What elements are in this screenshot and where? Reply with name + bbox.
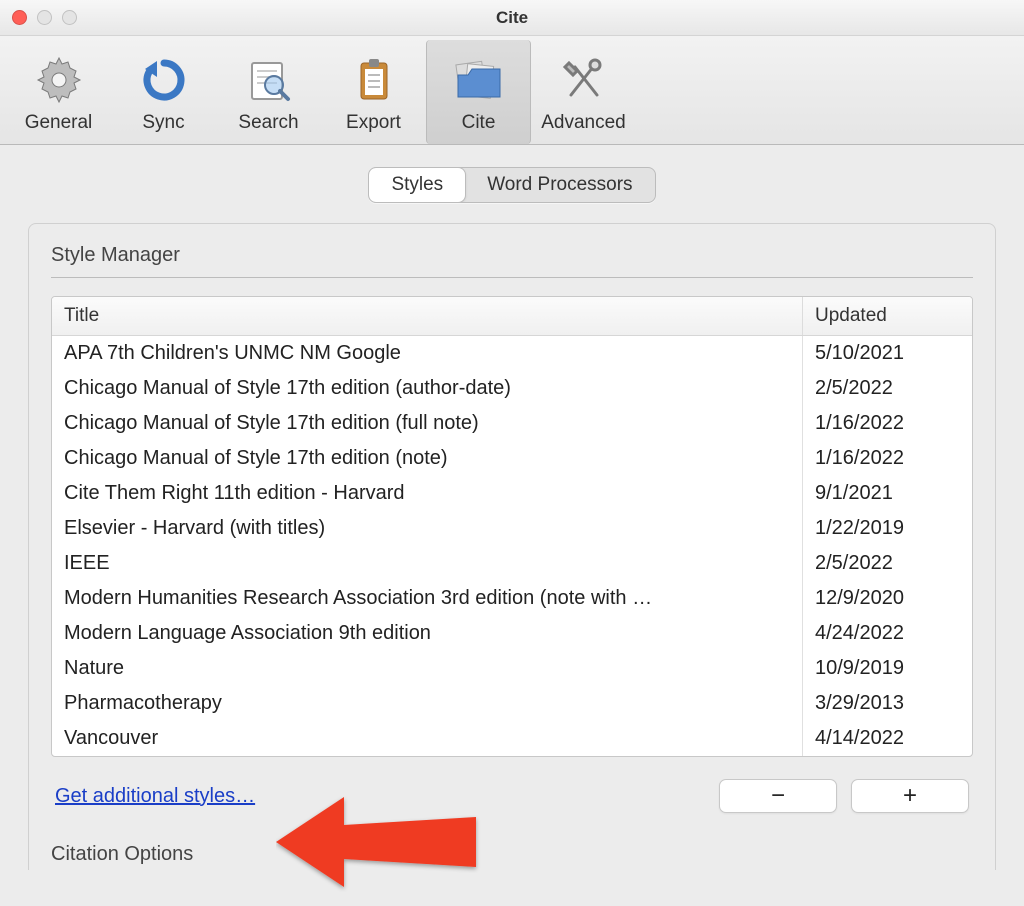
toolbar-advanced[interactable]: Advanced [531,40,636,144]
tools-icon [559,52,609,108]
toolbar-cite[interactable]: Cite [426,40,531,144]
cell-updated: 1/16/2022 [802,441,972,476]
export-icon [349,52,399,108]
table-header: Title Updated [52,297,972,336]
table-row[interactable]: IEEE2/5/2022 [52,546,972,581]
toolbar-general[interactable]: General [6,40,111,144]
table-row[interactable]: Nature10/9/2019 [52,651,972,686]
table-row[interactable]: Vancouver4/14/2022 [52,721,972,756]
toolbar-label: Search [238,112,298,134]
table-row[interactable]: Pharmacotherapy3/29/2013 [52,686,972,721]
toolbar-export[interactable]: Export [321,40,426,144]
section-heading: Style Manager [51,244,973,278]
cell-title: Chicago Manual of Style 17th edition (no… [52,441,802,476]
cell-title: APA 7th Children's UNMC NM Google [52,336,802,371]
maximize-icon[interactable] [62,10,77,25]
cell-updated: 4/24/2022 [802,616,972,651]
table-row[interactable]: Modern Humanities Research Association 3… [52,581,972,616]
table-row[interactable]: APA 7th Children's UNMC NM Google5/10/20… [52,336,972,371]
cell-title: Chicago Manual of Style 17th edition (au… [52,371,802,406]
get-additional-styles-link[interactable]: Get additional styles… [55,785,255,808]
cell-title: Modern Humanities Research Association 3… [52,581,802,616]
cell-title: Cite Them Right 11th edition - Harvard [52,476,802,511]
cell-updated: 1/22/2019 [802,511,972,546]
table-body: APA 7th Children's UNMC NM Google5/10/20… [52,336,972,756]
subtab-bar: Styles Word Processors [0,145,1024,203]
toolbar-label: Cite [462,112,496,134]
table-row[interactable]: Chicago Manual of Style 17th edition (au… [52,371,972,406]
toolbar-label: General [25,112,93,134]
col-updated[interactable]: Updated [802,297,972,335]
cell-updated: 2/5/2022 [802,371,972,406]
table-row[interactable]: Chicago Manual of Style 17th edition (fu… [52,406,972,441]
table-footer: Get additional styles… − + [51,757,973,813]
tab-word-processors[interactable]: Word Processors [465,168,654,202]
toolbar-label: Export [346,112,401,134]
cell-title: Vancouver [52,721,802,756]
table-row[interactable]: Elsevier - Harvard (with titles)1/22/201… [52,511,972,546]
style-table: Title Updated APA 7th Children's UNMC NM… [51,296,973,757]
cell-updated: 10/9/2019 [802,651,972,686]
titlebar: Cite [0,0,1024,36]
folder-icon [452,52,506,108]
table-row[interactable]: Modern Language Association 9th edition4… [52,616,972,651]
toolbar-label: Advanced [541,112,626,134]
cell-updated: 2/5/2022 [802,546,972,581]
cell-title: Modern Language Association 9th edition [52,616,802,651]
cell-updated: 9/1/2021 [802,476,972,511]
cell-updated: 4/14/2022 [802,721,972,756]
add-style-button[interactable]: + [851,779,969,813]
styles-panel: Style Manager Title Updated APA 7th Chil… [28,223,996,870]
cell-title: Pharmacotherapy [52,686,802,721]
cell-title: IEEE [52,546,802,581]
cell-title: Elsevier - Harvard (with titles) [52,511,802,546]
table-row[interactable]: Cite Them Right 11th edition - Harvard9/… [52,476,972,511]
minimize-icon[interactable] [37,10,52,25]
toolbar-label: Sync [142,112,184,134]
col-title[interactable]: Title [52,297,802,335]
remove-style-button[interactable]: − [719,779,837,813]
close-icon[interactable] [12,10,27,25]
cell-updated: 12/9/2020 [802,581,972,616]
toolbar-sync[interactable]: Sync [111,40,216,144]
citation-options-heading: Citation Options [51,843,973,870]
gear-icon [34,52,84,108]
preferences-toolbar: General Sync Search [0,36,1024,145]
cell-updated: 1/16/2022 [802,406,972,441]
cell-updated: 5/10/2021 [802,336,972,371]
table-row[interactable]: Chicago Manual of Style 17th edition (no… [52,441,972,476]
tab-styles[interactable]: Styles [369,168,465,202]
toolbar-search[interactable]: Search [216,40,321,144]
sync-icon [139,52,189,108]
search-icon [244,52,294,108]
window-controls [12,10,77,25]
cell-updated: 3/29/2013 [802,686,972,721]
cell-title: Nature [52,651,802,686]
cell-title: Chicago Manual of Style 17th edition (fu… [52,406,802,441]
window-title: Cite [496,8,528,28]
